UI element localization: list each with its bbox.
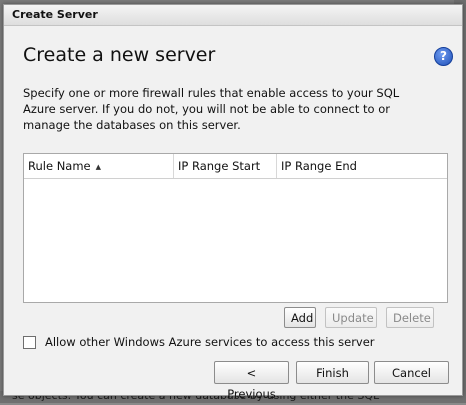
grid-header: Rule Name ▲ IP Range Start IP Range End [24,154,447,179]
description-text: Specify one or more firewall rules that … [23,86,400,132]
create-server-dialog: Create Server Create a new server ? Spec… [3,4,463,401]
sort-ascending-icon: ▲ [95,163,102,171]
add-rule-button[interactable]: Add [284,307,316,328]
finish-button[interactable]: Finish [296,361,369,384]
firewall-rules-grid[interactable]: Rule Name ▲ IP Range Start IP Range End [23,153,448,303]
help-icon[interactable]: ? [434,47,453,66]
column-header-ip-range-start[interactable]: IP Range Start [174,154,277,178]
dialog-titlebar[interactable]: Create Server [4,5,462,26]
allow-azure-services-checkbox[interactable] [23,336,36,349]
update-rule-button[interactable]: Update [325,307,377,328]
column-header-label: IP Range End [281,159,357,173]
dialog-title: Create Server [12,8,98,21]
column-header-rule-name[interactable]: Rule Name ▲ [24,154,174,178]
delete-rule-button[interactable]: Delete [386,307,434,328]
column-header-label: Rule Name [28,159,91,173]
cancel-button[interactable]: Cancel [374,361,449,384]
allow-azure-services-label[interactable]: Allow other Windows Azure services to ac… [45,335,375,349]
page-title: Create a new server [23,44,216,66]
column-header-ip-range-end[interactable]: IP Range End [277,154,447,178]
previous-button[interactable]: < Previous [214,361,289,401]
column-header-label: IP Range Start [178,159,261,173]
